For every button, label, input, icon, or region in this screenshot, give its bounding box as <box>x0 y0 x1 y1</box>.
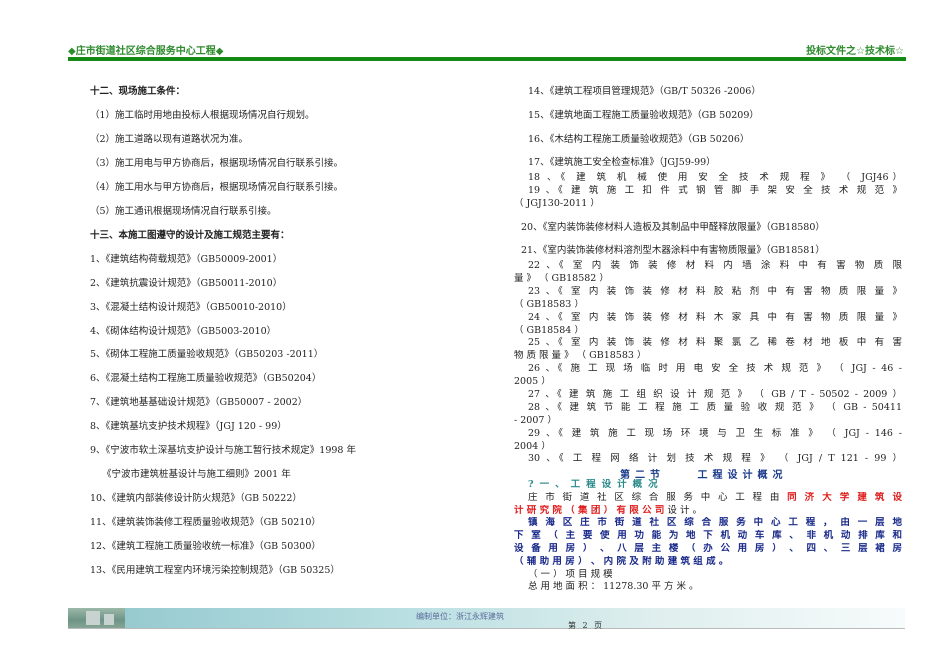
list-item: 24 、《 室 内 装 饰 装 修 材 料 木 家 具 中 有 害 物 质 限 … <box>514 312 902 338</box>
list-item: （4）施工用水与甲方协商后，根据现场情况自行联系引接。 <box>90 182 344 193</box>
list-item-line: 量 》 （ GB18582 ） <box>514 272 609 284</box>
designer-name-part2: 计 研 究 院 （ 集 团 ） 有 限 公 司 <box>514 504 665 516</box>
list-item: （5）施工通讯根据现场情况自行联系引接。 <box>90 206 277 217</box>
list-item: 30 、《 工 程 网 络 计 划 技 术 规 程 》 （ JGJ / T 12… <box>514 453 902 466</box>
list-item-line: （ JGJ130-2011 ） <box>514 197 600 209</box>
header-project-title: ◆庄市街道社区综合服务中心工程◆ <box>68 46 224 57</box>
list-item-line: 23 、《 室 内 装 饰 装 修 材 料 胶 粘 剂 中 有 害 物 质 限 … <box>528 286 902 297</box>
header-doc-type: 投标文件之☆技术标☆ <box>806 46 904 57</box>
list-item-line: （ GB18584 ） <box>514 324 584 336</box>
composition-line: 下 室 （ 主 要 使 用 功 能 为 地 下 机 动 车 库 、 非 机 动 … <box>514 530 902 542</box>
list-item-line: 30 、《 工 程 网 络 计 划 技 术 规 程 》 （ JGJ / T 12… <box>528 453 902 464</box>
list-item: （1）施工临时用地由投标人根据现场情况自行规划。 <box>90 110 315 121</box>
list-item: 11、《建筑装饰装修工程质量验收规范》（GB 50210） <box>90 517 321 528</box>
list-item: 23 、《 室 内 装 饰 装 修 材 料 胶 粘 剂 中 有 害 物 质 限 … <box>514 286 902 312</box>
list-item: 21、《室内装饰装修材料溶剂型木器涂料中有害物质限量》（GB18581） <box>521 245 825 256</box>
list-item: 29 、《 建 筑 施 工 现 场 环 境 与 卫 生 标 准 》 （ JGJ … <box>514 428 902 454</box>
list-item-line: 物 质 限 量 》 （ GB18583 ） <box>514 349 647 361</box>
composition-line: （ 辅 助 用 房 ） 、 内 院 及 附 助 建 筑 组 成 。 <box>514 555 729 567</box>
designer-line-2: 计 研 究 院 （ 集 团 ） 有 限 公 司 设 计 。 <box>514 505 902 518</box>
list-item-line: （ GB18583 ） <box>514 298 584 310</box>
scale-heading: （ 一 ） 项 目 规 模 <box>528 568 613 580</box>
list-item: 20、《室内装饰装修材料人造板及其制品中甲醛释放限量》（GB18580） <box>521 222 825 233</box>
designer-text: 庄 市 街 道 社 区 综 合 服 务 中 心 工 程 由 <box>528 491 782 503</box>
list-item: 10、《建筑内部装修设计防火规范》（GB 50222） <box>90 493 302 504</box>
list-item-line: 2004 ） <box>514 440 551 452</box>
composition-line: 设 备 用 房 ） 、 八 层 主 楼 （ 办 公 用 房 ） 、 四 、 三 … <box>514 542 902 554</box>
list-item: 27 、《 建 筑 施 工 组 织 设 计 规 范 》 （ GB / T - 5… <box>514 389 902 402</box>
list-item-line: - 2007 ） <box>514 414 557 426</box>
designer-line-1: 庄 市 街 道 社 区 综 合 服 务 中 心 工 程 由 同 济 大 学 建 … <box>514 492 902 505</box>
list-item: 2、《建筑抗震设计规范》（GB50011-2010） <box>90 278 283 289</box>
list-item: 《宁波市建筑桩基设计与施工细则》2001 年 <box>102 469 291 480</box>
list-item-line: 2005 ） <box>514 375 551 387</box>
list-item: 6、《混凝土结构工程施工质量验收规范》（GB50204） <box>90 373 322 384</box>
list-item-line: 29 、《 建 筑 施 工 现 场 环 境 与 卫 生 标 准 》 （ JGJ … <box>528 428 902 439</box>
list-item: 28 、《 建 筑 节 能 工 程 施 工 质 量 验 收 规 范 》 （ GB… <box>514 402 902 428</box>
list-item-line: 22 、《 室 内 装 饰 装 修 材 料 内 墙 涂 料 中 有 害 物 质 … <box>528 260 902 271</box>
list-item: 18 、《 建 筑 机 械 使 用 安 全 技 术 规 程 》 （ JGJ46） <box>514 172 902 185</box>
list-item: 5、《砌体工程施工质量验收规范》（GB50203 -2011） <box>90 349 324 360</box>
page-number: 第 2 页 <box>568 621 605 630</box>
section-body: ?一、工程设计概况 庄 市 街 道 社 区 综 合 服 务 中 心 工 程 由 … <box>514 479 902 594</box>
list-item-line: 25 、《 室 内 装 饰 装 修 材 料 聚 氯 乙 稀 卷 材 地 板 中 … <box>528 337 902 348</box>
composition-line: 镇 海 区 庄 市 街 道 社 区 综 合 服 务 中 心 工 程 ， 由 一 … <box>528 517 902 529</box>
list-item: 9、《宁波市软土深基坑支护设计与施工暂行技术规定》1998 年 <box>90 445 356 456</box>
designer-suffix: 设 计 。 <box>667 504 702 516</box>
footer-band: 编制单位：浙江永辉建筑 第 2 页 <box>68 608 905 630</box>
header-divider <box>68 57 906 61</box>
list-item: 15、《建筑地面工程施工质量验收规范》（GB 50209） <box>528 110 759 121</box>
list-item-line: 28 、《 建 筑 节 能 工 程 施 工 质 量 验 收 规 范 》 （ GB… <box>528 402 902 413</box>
list-item: 26 、《 施 工 现 场 临 时 用 电 安 全 技 术 规 范 》 （ JG… <box>514 363 902 389</box>
building-photo-icon <box>68 608 125 628</box>
designer-name-part1: 同 济 大 学 建 筑 设 <box>787 491 902 503</box>
list-item: 4、《砌体结构设计规范》（GB5003-2010） <box>90 326 277 337</box>
list-item: 13、《民用建筑工程室内环境污染控制规范》（GB 50325） <box>90 565 340 576</box>
list-item: （3）施工用电与甲方协商后，根据现场情况自行联系引接。 <box>90 158 344 169</box>
list-item: 25 、《 室 内 装 饰 装 修 材 料 聚 氯 乙 稀 卷 材 地 板 中 … <box>514 337 902 363</box>
list-item: 19 、《 建 筑 施 工 扣 件 式 钢 管 脚 手 架 安 全 技 术 规 … <box>514 185 902 211</box>
list-item: 1、《建筑结构荷载规范》（GB50009-2001） <box>90 254 283 265</box>
list-item-line: 18 、《 建 筑 机 械 使 用 安 全 技 术 规 程 》 （ JGJ46） <box>528 172 902 183</box>
list-item-line: 24 、《 室 内 装 饰 装 修 材 料 木 家 具 中 有 害 物 质 限 … <box>528 312 902 323</box>
list-item: 12、《建筑工程施工质量验收统一标准》（GB 50300） <box>90 541 321 552</box>
list-item: 22 、《 室 内 装 饰 装 修 材 料 内 墙 涂 料 中 有 害 物 质 … <box>514 260 902 286</box>
list-item: 16、《木结构工程施工质量验收规范》（GB 50206） <box>528 134 750 145</box>
section-heading: 十二、现场施工条件： <box>90 86 186 97</box>
list-item: 8、《建筑基坑支护技术规程》（JGJ 120 - 99） <box>90 421 287 432</box>
list-item: （2）施工道路以现有道路状况为准。 <box>90 134 249 145</box>
footer-compiler: 编制单位：浙江永辉建筑 <box>416 612 504 621</box>
list-item-line: 26 、《 施 工 现 场 临 时 用 电 安 全 技 术 规 范 》 （ JG… <box>528 363 902 374</box>
list-item: 3、《混凝土结构设计规范》（GB50010-2010） <box>90 302 292 313</box>
list-item-line: 27 、《 建 筑 施 工 组 织 设 计 规 范 》 （ GB / T - 5… <box>528 389 902 400</box>
list-item: 17、《建筑施工安全检查标准》（JGJ59-99） <box>528 157 716 168</box>
section-heading: 十三、本施工图遵守的设计及施工规范主要有： <box>90 230 290 241</box>
site-area: 总 用 地 面 积 ： 11278.30 平 方 米 。 <box>528 581 699 593</box>
list-item-line: 19 、《 建 筑 施 工 扣 件 式 钢 管 脚 手 架 安 全 技 术 规 … <box>528 185 902 196</box>
subsection-heading: ?一、工程设计概况 <box>528 479 664 490</box>
list-item: 7、《建筑地基基础设计规范》（GB50007 - 2002） <box>90 397 308 408</box>
list-item: 14、《建筑工程项目管理规范》（GB/T 50326 -2006） <box>528 86 761 97</box>
